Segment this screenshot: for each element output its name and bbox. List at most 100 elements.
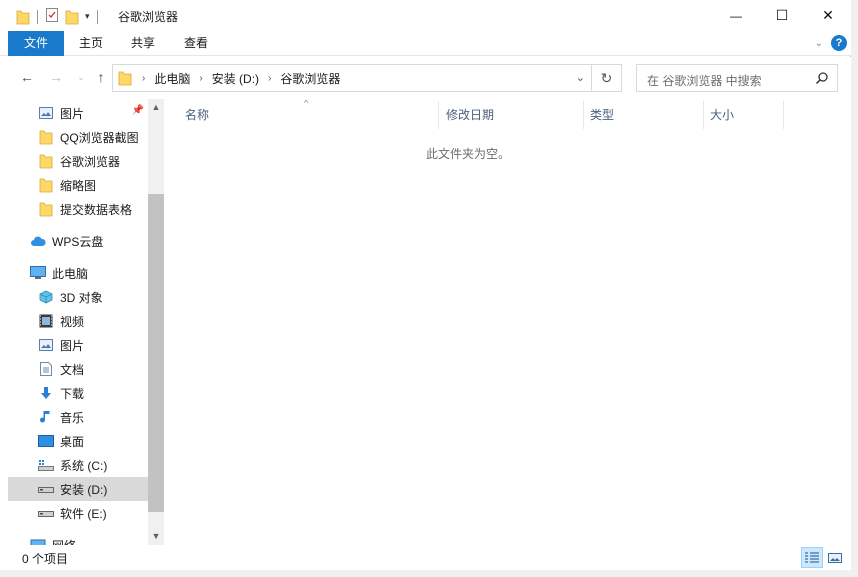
sidebar-item-label: 桌面 [60, 434, 85, 449]
sidebar-item-network[interactable]: 网络 [8, 533, 148, 545]
column-header-type[interactable]: 类型 [584, 101, 704, 129]
breadcrumb-separator[interactable]: › [142, 73, 145, 84]
sidebar-item-label: 系统 (C:) [60, 458, 108, 473]
toolbar-separator [96, 9, 98, 24]
sidebar-item-label: 下载 [60, 386, 85, 401]
tab-share[interactable]: 共享 [117, 31, 169, 56]
search-icon[interactable] [815, 71, 829, 88]
tab-file[interactable]: 文件 [8, 31, 64, 56]
breadcrumb-drive-d[interactable]: 安装 (D:) [212, 70, 259, 87]
sidebar-item-drive-e[interactable]: 软件 (E:) [8, 501, 148, 525]
column-header-name[interactable]: 名称 [179, 101, 439, 129]
navigation-bar: ← → ⌄ ↑ › 此电脑 › 安装 (D:) › 谷歌浏览器 ⌄ ↻ 在 谷歌… [0, 57, 851, 99]
status-bar: 0 个项目 [0, 545, 851, 570]
expand-ribbon-icon[interactable]: ⌄ [815, 38, 823, 49]
details-view-icon [805, 551, 819, 563]
close-button[interactable]: ✕ [805, 0, 851, 31]
help-icon[interactable]: ? [831, 35, 847, 51]
sidebar-item-drive-d[interactable]: 安装 (D:) [8, 477, 148, 501]
downloads-icon [38, 385, 54, 401]
recent-locations-button[interactable]: ⌄ [73, 69, 89, 85]
properties-icon[interactable] [45, 7, 59, 26]
back-button[interactable]: ← [19, 69, 35, 85]
pin-icon[interactable]: 📌 [132, 105, 144, 116]
refresh-button[interactable]: ↻ [592, 64, 622, 92]
sidebar-item-label: QQ浏览器截图 [60, 130, 139, 145]
sidebar-item-label: 谷歌浏览器 [60, 154, 121, 169]
search-box[interactable]: 在 谷歌浏览器 中搜索 [636, 64, 838, 92]
tab-home[interactable]: 主页 [65, 31, 117, 56]
window-title: 谷歌浏览器 [118, 10, 179, 24]
sidebar-item-downloads[interactable]: 下载 [8, 381, 148, 405]
breadcrumb-this-pc[interactable]: 此电脑 [154, 70, 190, 87]
sidebar-item-data-forms[interactable]: 提交数据表格 [8, 197, 148, 221]
forward-button[interactable]: → [48, 69, 64, 85]
title-bar: ▾ 谷歌浏览器 — ☐ ✕ [0, 0, 851, 31]
sidebar-item-thumbnails[interactable]: 缩略图 [8, 173, 148, 197]
chevron-down-icon: ⌄ [77, 72, 85, 82]
address-bar[interactable]: › 此电脑 › 安装 (D:) › 谷歌浏览器 ⌄ [112, 64, 592, 92]
sidebar-item-label: 音乐 [60, 410, 85, 425]
tab-view[interactable]: 查看 [170, 31, 222, 56]
sidebar-item-label: 文档 [60, 362, 85, 377]
customize-toolbar-icon[interactable]: ▾ [85, 11, 90, 22]
scrollbar-thumb[interactable] [148, 194, 164, 512]
folder-icon [38, 177, 54, 193]
drive-icon [38, 505, 54, 521]
scroll-up-icon[interactable]: ▲ [148, 102, 164, 112]
drive-icon [38, 481, 54, 497]
cloud-icon [30, 233, 46, 249]
sidebar-item-chrome-folder[interactable]: 谷歌浏览器 [8, 149, 148, 173]
sidebar-item-documents[interactable]: 文档 [8, 357, 148, 381]
quick-access-toolbar: ▾ [16, 7, 99, 26]
file-list-pane[interactable]: ^ 名称 修改日期 类型 大小 此文件夹为空。 [164, 98, 851, 545]
minimize-icon: — [730, 8, 742, 23]
refresh-icon: ↻ [600, 69, 613, 86]
folder-icon[interactable] [16, 9, 30, 25]
sidebar-item-label: 网络 [52, 537, 76, 546]
sidebar-item-label: 此电脑 [52, 266, 89, 281]
sidebar-item-wps-cloud[interactable]: WPS云盘 [8, 229, 148, 253]
sidebar-item-pictures-quick[interactable]: 图片 📌 [8, 101, 148, 125]
large-icons-view-button[interactable] [824, 547, 846, 568]
sidebar-item-music[interactable]: 音乐 [8, 405, 148, 429]
sidebar-item-videos[interactable]: 视频 [8, 309, 148, 333]
breadcrumb-separator[interactable]: › [268, 73, 271, 84]
close-icon: ✕ [822, 7, 834, 23]
column-header-size[interactable]: 大小 [704, 101, 784, 129]
details-view-button[interactable] [801, 547, 823, 568]
address-dropdown-icon[interactable]: ⌄ [576, 71, 585, 84]
breadcrumb-separator[interactable]: › [199, 73, 202, 84]
column-header-date-modified[interactable]: 修改日期 [440, 101, 584, 129]
maximize-button[interactable]: ☐ [759, 0, 805, 31]
new-folder-icon[interactable] [65, 9, 79, 25]
sidebar-item-3d-objects[interactable]: 3D 对象 [8, 285, 148, 309]
sidebar-item-desktop[interactable]: 桌面 [8, 429, 148, 453]
sidebar-item-label: 提交数据表格 [60, 202, 133, 217]
folder-icon [38, 201, 54, 217]
up-button[interactable]: ↑ [93, 69, 109, 85]
sidebar-item-this-pc[interactable]: 此电脑 [8, 261, 148, 285]
music-icon [38, 409, 54, 425]
scroll-down-icon[interactable]: ▼ [148, 531, 164, 541]
minimize-button[interactable]: — [713, 0, 759, 31]
ribbon-controls: ⌄ ? [815, 35, 847, 51]
sidebar-item-pictures[interactable]: 图片 [8, 333, 148, 357]
sidebar-scrollbar[interactable]: ▲ ▼ [148, 99, 164, 545]
sidebar-item-drive-c[interactable]: 系统 (C:) [8, 453, 148, 477]
sidebar-item-qq-screenshots[interactable]: QQ浏览器截图 [8, 125, 148, 149]
videos-icon [38, 313, 54, 329]
sidebar-item-label: 图片 [60, 338, 85, 353]
item-count: 0 个项目 [22, 552, 69, 566]
pictures-icon [38, 105, 54, 121]
arrow-up-icon: ↑ [97, 69, 105, 85]
computer-icon [30, 265, 46, 281]
breadcrumb-current-folder[interactable]: 谷歌浏览器 [280, 70, 340, 87]
sidebar-item-label: WPS云盘 [52, 234, 104, 249]
desktop-icon [38, 433, 54, 449]
documents-icon [38, 361, 54, 377]
sidebar-item-label: 视频 [60, 314, 85, 329]
ribbon-tabs: 文件 主页 共享 查看 ⌄ ? [0, 31, 851, 56]
search-placeholder: 在 谷歌浏览器 中搜索 [647, 74, 762, 88]
navigation-pane[interactable]: 图片 📌 QQ浏览器截图 谷歌浏览器 缩略图 提交数据表格 WPS云盘 此电脑 … [0, 99, 164, 545]
